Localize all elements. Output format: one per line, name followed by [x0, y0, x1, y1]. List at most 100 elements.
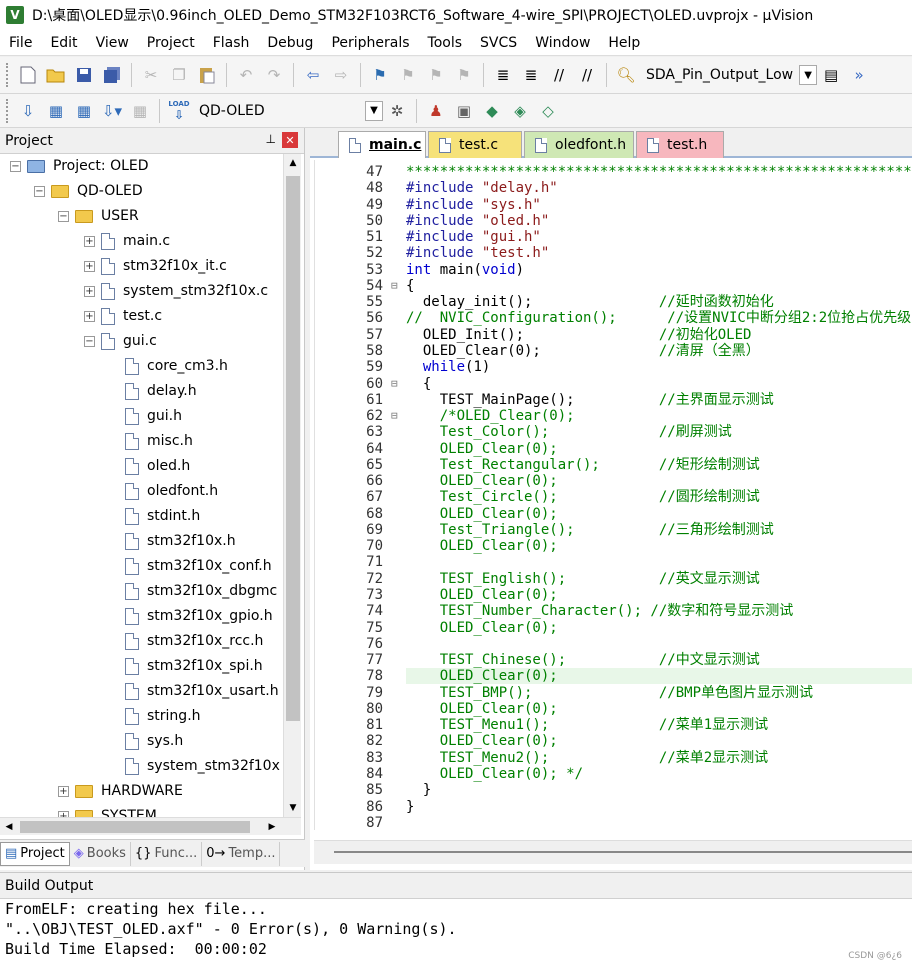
tree-item[interactable]: + test.c [84, 304, 162, 328]
code-line[interactable]: 77 TEST_Chinese(); //中文显示测试 [315, 652, 912, 668]
tab-project[interactable]: ▤ Project [0, 841, 70, 866]
code-line[interactable]: 53 int main(void) [315, 262, 912, 278]
expand-icon[interactable]: + [84, 260, 95, 272]
code-area[interactable]: 47 **************************************… [314, 160, 912, 830]
tree-item[interactable]: − QD-OLED [34, 179, 143, 203]
menu-flash[interactable]: Flash [204, 35, 259, 51]
tree-item[interactable]: − Project: OLED [10, 154, 149, 178]
collapse-icon[interactable]: − [34, 185, 45, 197]
code-line[interactable]: 47 **************************************… [315, 164, 912, 180]
menu-tools[interactable]: Tools [419, 35, 472, 51]
menu-view[interactable]: View [87, 35, 138, 51]
menu-window[interactable]: Window [526, 35, 599, 51]
code-line[interactable]: 63 Test_Color(); //刷屏测试 [315, 424, 912, 440]
code-line[interactable]: 76 [315, 636, 912, 652]
paste-icon[interactable] [195, 63, 219, 87]
navigate-forward-icon[interactable]: ⇨ [329, 63, 353, 87]
expand-icon[interactable]: + [84, 310, 95, 322]
fold-collapse-icon[interactable]: ⊟ [391, 278, 401, 294]
tree-item[interactable]: gui.h [108, 404, 182, 428]
tree-item[interactable]: stm32f10x_gpio.h [108, 604, 273, 628]
code-line[interactable]: 60 ⊟ { [315, 376, 912, 392]
scrollbar-thumb[interactable] [20, 821, 250, 833]
target-combo[interactable]: QD-OLED ▼ [193, 99, 383, 123]
code-line[interactable]: 50 #include "oled.h" [315, 213, 912, 229]
scroll-left-icon[interactable]: ◀ [0, 818, 18, 836]
find-combo[interactable]: SDA_Pin_Output_Low ▼ [640, 63, 818, 87]
tree-item[interactable]: stm32f10x_usart.h [108, 679, 279, 703]
code-line[interactable]: 78 OLED_Clear(0); [315, 668, 912, 685]
tree-item[interactable]: oled.h [108, 454, 190, 478]
code-line[interactable]: 55 delay_init(); //延时函数初始化 [315, 294, 912, 310]
code-line[interactable]: 57 OLED_Init(); //初始化OLED [315, 327, 912, 343]
tree-item[interactable]: string.h [108, 704, 201, 728]
expand-icon[interactable]: + [84, 285, 95, 297]
tree-item[interactable]: + system_stm32f10x.c [84, 279, 268, 303]
select-software-packs-icon[interactable]: ◇ [536, 99, 560, 123]
code-line[interactable]: 80 OLED_Clear(0); [315, 701, 912, 717]
tab-main-c[interactable]: main.c [338, 131, 426, 158]
tree-item[interactable]: stm32f10x.h [108, 529, 236, 553]
stop-build-icon[interactable]: ▦ [128, 99, 152, 123]
pin-icon[interactable]: ⊥ [266, 132, 276, 146]
code-line[interactable]: 71 [315, 554, 912, 570]
code-line[interactable]: 75 OLED_Clear(0); [315, 620, 912, 636]
code-line[interactable]: 48 #include "delay.h" [315, 180, 912, 196]
code-line[interactable]: 58 OLED_Clear(0); //清屏（全黑） [315, 343, 912, 359]
manage-components-icon[interactable]: ▣ [452, 99, 476, 123]
tree-item[interactable]: stm32f10x_rcc.h [108, 629, 263, 653]
code-line[interactable]: 62 ⊟ /*OLED_Clear(0); [315, 408, 912, 424]
tree-horizontal-scrollbar[interactable]: ◀ ▶ [0, 817, 301, 835]
comment-icon[interactable]: // [547, 63, 571, 87]
code-line[interactable]: 82 OLED_Clear(0); [315, 733, 912, 749]
cut-icon[interactable]: ✂ [139, 63, 163, 87]
code-line[interactable]: 86} [315, 799, 912, 815]
code-line[interactable]: 72 TEST_English(); //英文显示测试 [315, 571, 912, 587]
toolbar-grip[interactable] [6, 98, 10, 123]
code-line[interactable]: 61 TEST_MainPage(); //主界面显示测试 [315, 392, 912, 408]
bookmark-icon[interactable]: ⚑ [368, 63, 392, 87]
tree-item[interactable]: + SYSTEM [58, 804, 157, 817]
code-line[interactable]: 74 TEST_Number_Character(); //数字和符号显示测试 [315, 603, 912, 619]
code-line[interactable]: 70 OLED_Clear(0); [315, 538, 912, 554]
tree-item[interactable]: delay.h [108, 379, 197, 403]
uncomment-icon[interactable]: // [575, 63, 599, 87]
tab-test-h[interactable]: test.h [636, 131, 724, 158]
menu-debug[interactable]: Debug [258, 35, 322, 51]
code-line[interactable]: 81 TEST_Menu1(); //菜单1显示测试 [315, 717, 912, 733]
tree-item[interactable]: + stm32f10x_it.c [84, 254, 227, 278]
tab-test-c[interactable]: test.c [428, 131, 522, 158]
tree-vertical-scrollbar[interactable]: ▲ ▼ [283, 154, 301, 817]
overflow-icon[interactable]: » [847, 63, 871, 87]
tab-functions[interactable]: {} Func... [131, 841, 203, 866]
redo-icon[interactable]: ↷ [262, 63, 286, 87]
unindent-icon[interactable]: ≣ [519, 63, 543, 87]
download-icon[interactable]: LOAD ⇩ [167, 99, 191, 123]
code-line[interactable]: 66 OLED_Clear(0); [315, 473, 912, 489]
build-icon[interactable]: ▦ [44, 99, 68, 123]
code-line[interactable]: 52 #include "test.h" [315, 245, 912, 261]
scroll-down-icon[interactable]: ▼ [284, 799, 302, 817]
find-in-files-icon[interactable]: 🔍︎ [614, 63, 638, 87]
menu-project[interactable]: Project [138, 35, 204, 51]
code-line[interactable]: 67 Test_Circle(); //圆形绘制测试 [315, 489, 912, 505]
tree-item[interactable]: system_stm32f10x [108, 754, 280, 778]
translate-icon[interactable]: ⇩ [16, 99, 40, 123]
open-folder-icon[interactable] [44, 63, 68, 87]
code-line[interactable]: 73 OLED_Clear(0); [315, 587, 912, 603]
tree-item[interactable]: stm32f10x_dbgmc [108, 579, 277, 603]
tree-item[interactable]: sys.h [108, 729, 183, 753]
code-line[interactable]: 68 OLED_Clear(0); [315, 506, 912, 522]
menu-edit[interactable]: Edit [41, 35, 86, 51]
save-icon[interactable] [72, 63, 96, 87]
code-line[interactable]: 49 #include "sys.h" [315, 197, 912, 213]
close-icon[interactable]: ✕ [282, 132, 298, 148]
code-line[interactable]: 65 Test_Rectangular(); //矩形绘制测试 [315, 457, 912, 473]
batch-build-icon[interactable]: ⇩▾ [100, 99, 124, 123]
prev-bookmark-icon[interactable]: ⚑ [396, 63, 420, 87]
next-bookmark-icon[interactable]: ⚑ [424, 63, 448, 87]
menu-svcs[interactable]: SVCS [471, 35, 526, 51]
rebuild-icon[interactable]: ▦ [72, 99, 96, 123]
fold-collapse-icon[interactable]: ⊟ [391, 376, 401, 392]
tree-item[interactable]: core_cm3.h [108, 354, 228, 378]
